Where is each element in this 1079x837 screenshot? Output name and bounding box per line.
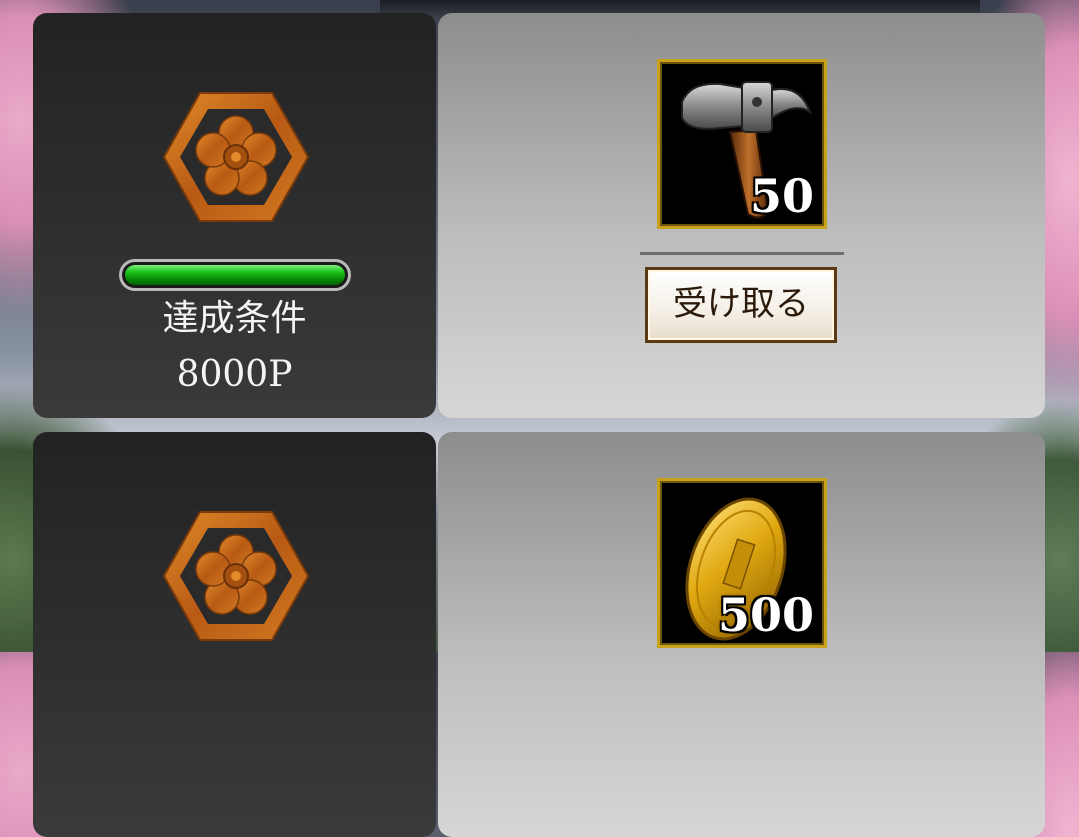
family-crest-icon [162, 92, 310, 222]
condition-panel: 達成条件 8000P [33, 13, 436, 418]
reward-item: 500 [657, 478, 827, 648]
reward-row: 500 [33, 432, 1045, 837]
reward-quantity: 500 [717, 588, 814, 642]
reward-item: 50 [657, 59, 827, 229]
condition-label: 達成条件 [162, 298, 307, 339]
progress-bar [119, 259, 351, 291]
condition-panel [33, 432, 436, 837]
reward-panel: 50 受け取る [438, 13, 1045, 418]
divider [640, 252, 844, 255]
family-crest-icon [162, 511, 310, 641]
receive-button[interactable]: 受け取る [645, 267, 837, 343]
reward-row: 達成条件 8000P 50 受け取る [33, 13, 1045, 418]
reward-quantity: 50 [749, 169, 814, 223]
progress-bar-fill [125, 265, 345, 285]
reward-panel: 500 [438, 432, 1045, 837]
condition-value: 8000P [176, 354, 293, 395]
